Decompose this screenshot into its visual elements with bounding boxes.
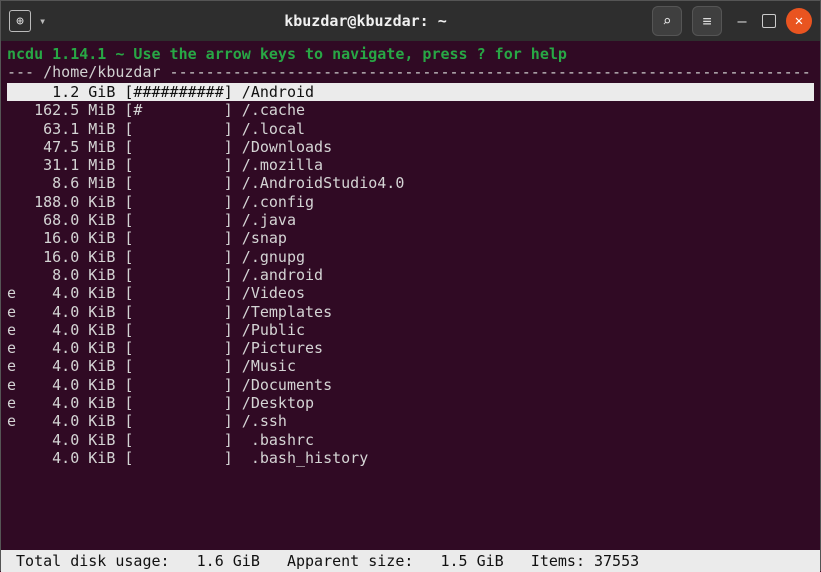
list-row[interactable]: e 4.0 KiB [ ] /Desktop bbox=[7, 394, 814, 412]
list-row[interactable]: e 4.0 KiB [ ] /Public bbox=[7, 321, 814, 339]
tab-menu-dropdown[interactable]: ▾ bbox=[39, 14, 55, 28]
list-row[interactable]: 188.0 KiB [ ] /.config bbox=[7, 193, 814, 211]
minimize-button[interactable]: — bbox=[732, 12, 752, 30]
list-row[interactable]: 8.6 MiB [ ] /.AndroidStudio4.0 bbox=[7, 174, 814, 192]
window-titlebar: ⊕ ▾ kbuzdar@kbuzdar: ~ ⌕ ≡ — ✕ bbox=[1, 1, 820, 41]
list-row[interactable]: 63.1 MiB [ ] /.local bbox=[7, 120, 814, 138]
ncdu-listing: 1.2 GiB [##########] /Android 162.5 MiB … bbox=[7, 83, 814, 467]
list-row[interactable]: 4.0 KiB [ ] .bash_history bbox=[7, 449, 814, 467]
list-row[interactable]: 16.0 KiB [ ] /.gnupg bbox=[7, 248, 814, 266]
hamburger-menu-button[interactable]: ≡ bbox=[692, 6, 722, 36]
maximize-button[interactable] bbox=[762, 14, 776, 28]
list-row[interactable]: 31.1 MiB [ ] /.mozilla bbox=[7, 156, 814, 174]
search-button[interactable]: ⌕ bbox=[652, 6, 682, 36]
list-row[interactable]: 47.5 MiB [ ] /Downloads bbox=[7, 138, 814, 156]
ncdu-path-line: --- /home/kbuzdar ----------------------… bbox=[7, 63, 814, 81]
list-row[interactable]: 1.2 GiB [##########] /Android bbox=[7, 83, 814, 101]
list-row[interactable]: e 4.0 KiB [ ] /Pictures bbox=[7, 339, 814, 357]
titlebar-left: ⊕ ▾ bbox=[9, 10, 129, 32]
list-row[interactable]: 4.0 KiB [ ] .bashrc bbox=[7, 431, 814, 449]
list-row[interactable]: e 4.0 KiB [ ] /Templates bbox=[7, 303, 814, 321]
list-row[interactable]: e 4.0 KiB [ ] /Videos bbox=[7, 284, 814, 302]
list-row[interactable]: 68.0 KiB [ ] /.java bbox=[7, 211, 814, 229]
list-row[interactable]: e 4.0 KiB [ ] /.ssh bbox=[7, 412, 814, 430]
menu-icon: ≡ bbox=[702, 12, 711, 30]
ncdu-status-bar: Total disk usage: 1.6 GiB Apparent size:… bbox=[1, 550, 820, 572]
search-icon: ⌕ bbox=[662, 12, 671, 30]
new-tab-button[interactable]: ⊕ bbox=[9, 10, 31, 32]
list-row[interactable]: e 4.0 KiB [ ] /Music bbox=[7, 357, 814, 375]
terminal-viewport[interactable]: ncdu 1.14.1 ~ Use the arrow keys to navi… bbox=[1, 41, 820, 572]
close-button[interactable]: ✕ bbox=[786, 8, 812, 34]
list-row[interactable]: e 4.0 KiB [ ] /Documents bbox=[7, 376, 814, 394]
list-row[interactable]: 16.0 KiB [ ] /snap bbox=[7, 229, 814, 247]
window-title: kbuzdar@kbuzdar: ~ bbox=[129, 12, 602, 30]
titlebar-right: ⌕ ≡ — ✕ bbox=[602, 6, 812, 36]
ncdu-header-hint: ncdu 1.14.1 ~ Use the arrow keys to navi… bbox=[7, 45, 814, 63]
list-row[interactable]: 162.5 MiB [# ] /.cache bbox=[7, 101, 814, 119]
list-row[interactable]: 8.0 KiB [ ] /.android bbox=[7, 266, 814, 284]
new-tab-icon: ⊕ bbox=[16, 14, 24, 29]
